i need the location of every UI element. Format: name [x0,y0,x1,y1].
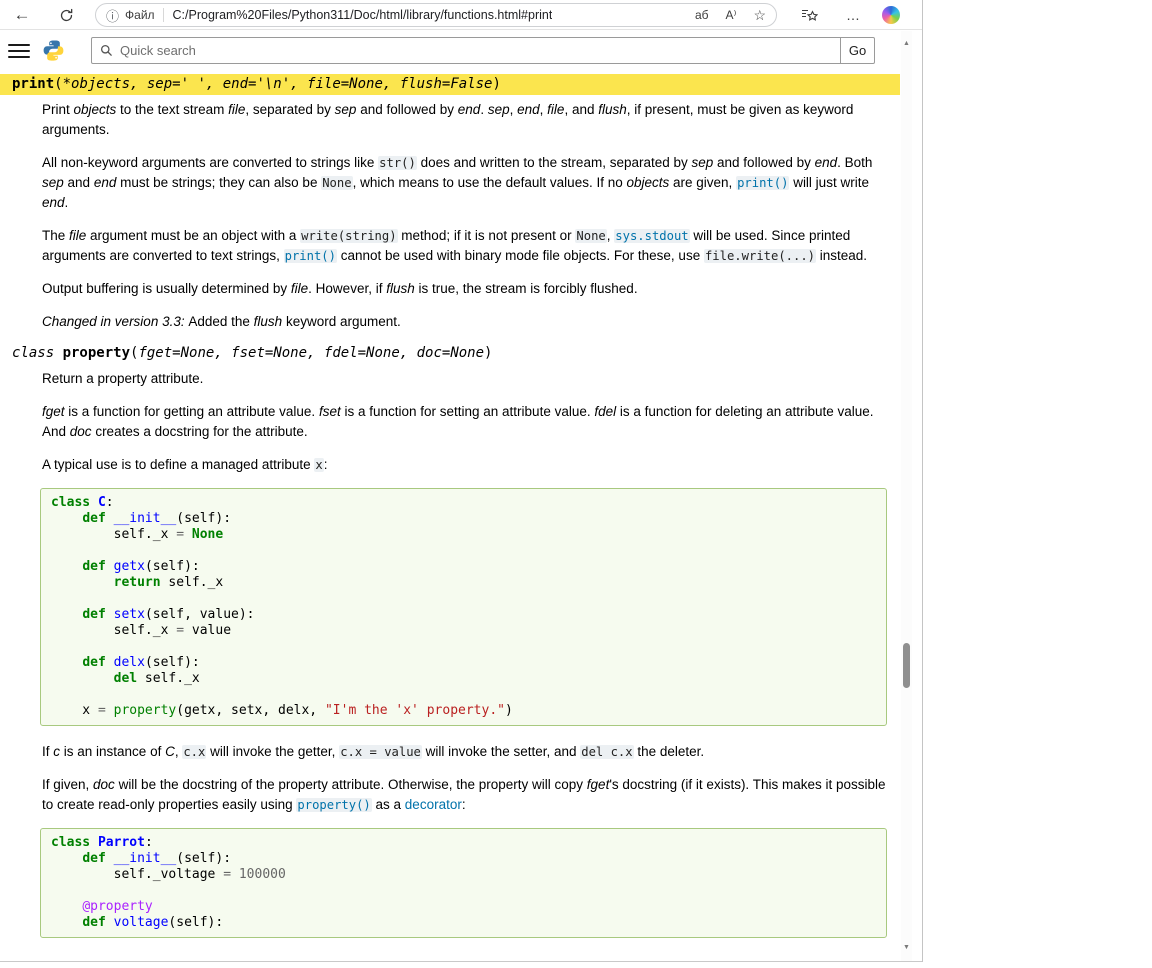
inline-link[interactable]: property() [296,798,371,812]
scroll-down-icon[interactable]: ▼ [901,939,912,955]
window-bottom-border [0,961,922,962]
inline-link[interactable]: print() [284,249,337,263]
inline-link[interactable]: decorator [405,797,462,812]
menu-icon[interactable] [8,44,30,58]
print-description: Print objects to the text stream file, s… [42,100,887,332]
browser-window: ← ⓘ Файл C:/Program%20Files/Python311/Do… [0,0,1152,968]
collections-icon[interactable] [801,0,818,30]
code-block-class-c: class C: def __init__(self): self._x = N… [40,488,887,726]
python-logo[interactable] [42,39,65,62]
page-content: Go print(*objects, sep=' ', end='\n', fi… [0,31,900,961]
favorite-star-icon[interactable]: ☆ [753,7,766,24]
settings-menu-icon[interactable]: … [846,0,861,30]
inline-link[interactable]: sys.stdout [614,229,689,243]
property-description: Return a property attribute. fget is a f… [42,369,887,938]
search-input[interactable] [120,43,832,58]
doc-paragraph: fget is a function for getting an attrib… [42,402,887,442]
doc-paragraph: All non-keyword arguments are converted … [42,153,887,213]
doc-paragraph: Changed in version 3.3: Added the flush … [42,312,887,332]
go-button[interactable]: Go [841,37,875,64]
property-signature: class property(fget=None, fset=None, fde… [0,345,900,362]
copilot-icon[interactable] [882,0,900,30]
doc-paragraph: If given, doc will be the docstring of t… [42,775,887,815]
doc-paragraph: Return a property attribute. [42,369,887,389]
scrollbar-thumb[interactable] [903,643,910,688]
doc-paragraph: Output buffering is usually determined b… [42,279,887,299]
scrollbar-track[interactable]: ▲ ▼ [901,31,912,961]
search-box [91,37,841,64]
refresh-icon[interactable] [52,0,80,30]
page-info-icon[interactable]: ⓘ [106,6,119,25]
doc-paragraph: The file argument must be an object with… [42,226,887,266]
url-text: C:/Program%20Files/Python311/Doc/html/li… [173,8,553,22]
doc-paragraph: Print objects to the text stream file, s… [42,100,887,140]
window-right-border [922,0,923,962]
copilot-logo [882,6,900,24]
print-signature: print(*objects, sep=' ', end='\n', file=… [0,74,900,95]
back-icon[interactable]: ← [8,0,36,30]
read-aloud-icon[interactable]: A⁾ [725,8,736,22]
docs-header: Go [0,31,900,69]
code-block-class-parrot: class Parrot: def __init__(self): self._… [40,828,887,938]
browser-toolbar: ← ⓘ Файл C:/Program%20Files/Python311/Do… [0,0,922,30]
scroll-up-icon[interactable]: ▲ [901,35,912,51]
search-icon [100,44,113,57]
address-bar[interactable]: ⓘ Файл C:/Program%20Files/Python311/Doc/… [95,3,777,27]
inline-link[interactable]: print() [736,176,789,190]
translate-icon[interactable]: аб [695,8,709,22]
doc-paragraph: A typical use is to define a managed att… [42,455,887,475]
site-label: Файл [125,8,155,22]
address-divider [163,8,164,22]
doc-paragraph: If c is an instance of C, c.x will invok… [42,742,887,762]
